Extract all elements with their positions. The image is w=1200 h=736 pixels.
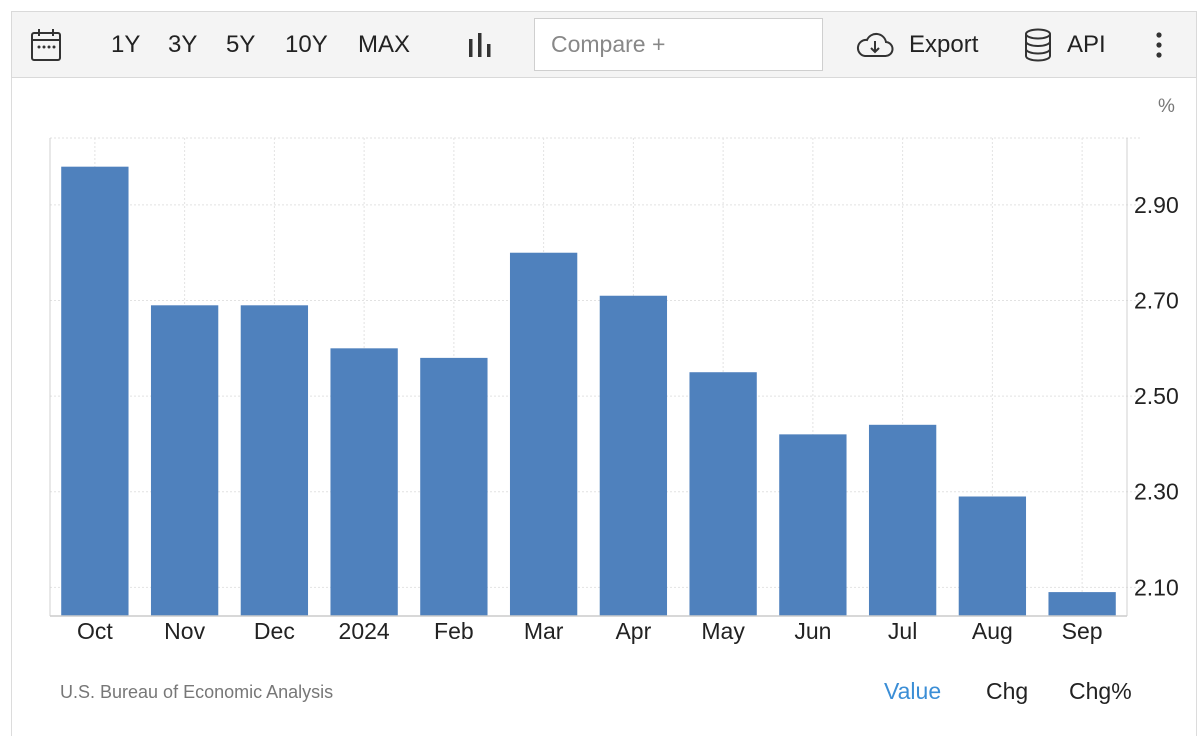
- bar-oct: [61, 166, 129, 616]
- x-tick-label: 2024: [339, 618, 390, 644]
- bar-chart: Oct Nov Dec 2024 Feb Mar Apr May Jun Jul Aug Sep 2.1…: [49, 137, 1179, 644]
- x-tick-label: May: [701, 618, 745, 644]
- bar-aug: [958, 496, 1027, 616]
- tab-value[interactable]: Value: [884, 678, 941, 705]
- y-tick-label: 2.90: [1134, 192, 1179, 218]
- x-tick-label: Oct: [77, 618, 113, 644]
- bar-feb: [420, 357, 488, 616]
- x-tick-label: Dec: [254, 618, 295, 644]
- y-tick-label: 2.10: [1134, 574, 1179, 600]
- tab-chg-percent[interactable]: Chg%: [1069, 678, 1132, 705]
- bar-dec: [240, 305, 309, 616]
- x-tick-label: Aug: [972, 618, 1013, 644]
- tab-chg[interactable]: Chg: [986, 678, 1028, 705]
- bar-2024: [330, 348, 398, 616]
- bar-mar: [509, 252, 578, 616]
- bar-nov: [150, 305, 219, 616]
- y-tick-label: 2.70: [1134, 288, 1179, 314]
- source-label: U.S. Bureau of Economic Analysis: [60, 682, 334, 702]
- bar-may: [689, 372, 757, 616]
- y-tick-label: 2.30: [1134, 479, 1179, 505]
- x-tick-label: Mar: [524, 618, 564, 644]
- x-tick-label: Nov: [164, 618, 205, 644]
- bar-jul: [868, 424, 937, 616]
- x-tick-label: Jul: [888, 618, 917, 644]
- y-tick-label: 2.50: [1134, 383, 1179, 409]
- x-tick-label: Sep: [1062, 618, 1103, 644]
- x-tick-label: Jun: [794, 618, 831, 644]
- bar-apr: [599, 295, 668, 616]
- bar-sep: [1048, 592, 1116, 616]
- bar-jun: [779, 434, 847, 616]
- x-tick-label: Feb: [434, 618, 474, 644]
- x-tick-label: Apr: [615, 618, 651, 644]
